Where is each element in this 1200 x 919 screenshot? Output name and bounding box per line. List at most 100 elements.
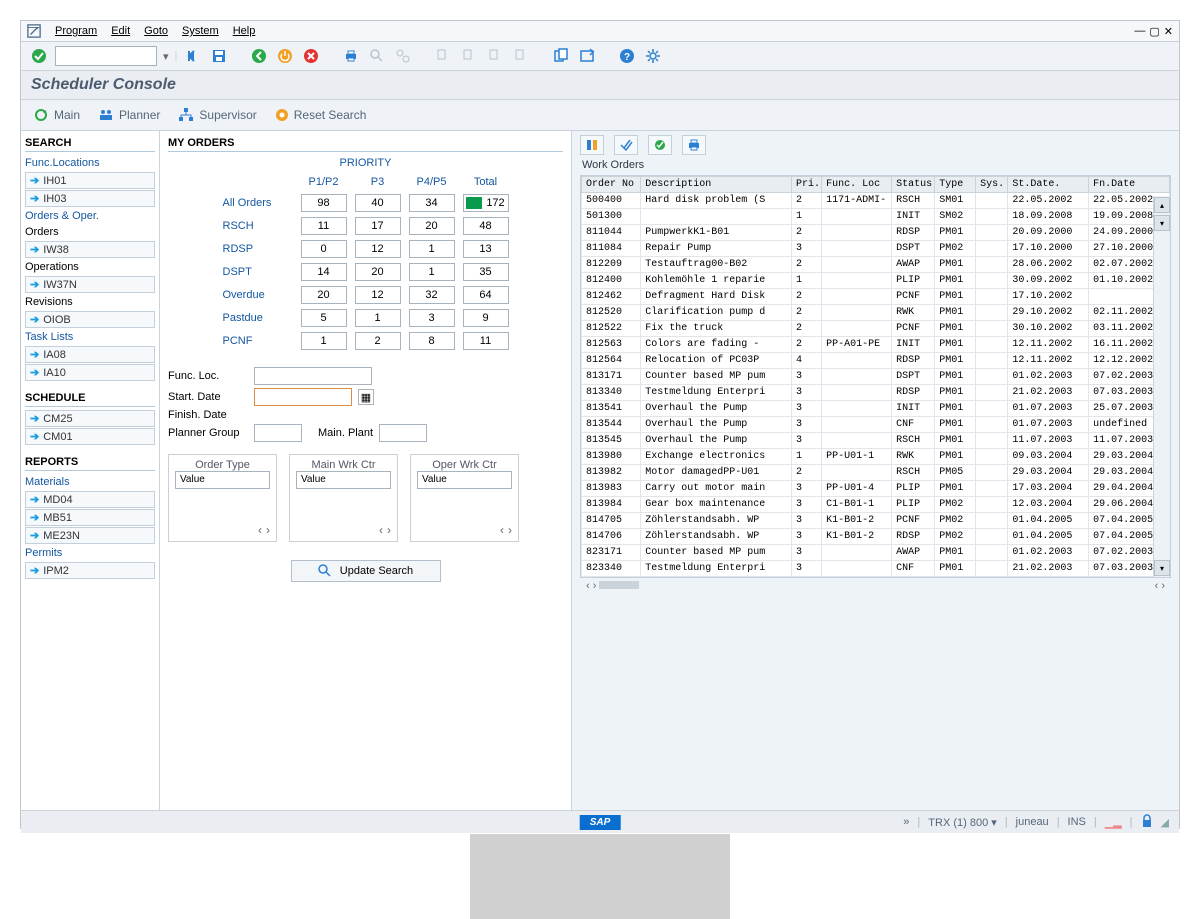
priority-row-label[interactable]: Overdue [222,285,294,305]
priority-row-label[interactable]: RSCH [222,216,294,236]
order-type-value[interactable]: Value [175,471,270,489]
plgroup-input[interactable] [254,424,302,442]
next-page-button[interactable] [485,46,505,66]
maximize-button[interactable]: ▢ [1149,25,1159,38]
cancel-button[interactable] [301,46,321,66]
table-row[interactable]: 812563Colors are fading - 2PP-A01-PEINIT… [582,337,1170,353]
save-button[interactable] [209,46,229,66]
materials-link[interactable]: Materials [25,474,155,490]
priority-cell[interactable]: 11 [301,217,347,235]
minimize-button[interactable]: — [1134,25,1145,38]
nav-mb51[interactable]: ➔MB51 [25,509,155,526]
status-resize-grip[interactable]: ◢ [1161,816,1169,829]
table-row[interactable]: 811044PumpwerkK1-B012RDSPPM0120.09.20002… [582,225,1170,241]
table-row[interactable]: 813340Testmeldung Enterpri3RDSPPM0121.02… [582,385,1170,401]
priority-cell[interactable]: 13 [463,240,509,258]
priority-cell[interactable]: 172 [463,194,509,212]
priority-row-label[interactable]: DSPT [222,262,294,282]
wo-col-header[interactable]: Order No [582,177,641,193]
nav-ia08[interactable]: ➔IA08 [25,346,155,363]
priority-cell[interactable]: 1 [409,263,455,281]
nav-ipm2[interactable]: ➔IPM2 [25,562,155,579]
startdate-input[interactable] [254,388,352,406]
nav-ih01[interactable]: ➔IH01 [25,172,155,189]
status-trx[interactable]: TRX (1) 800 ▾ [928,816,997,829]
table-row[interactable]: 813984Gear box maintenance3C1-B01-1PLIPP… [582,497,1170,513]
update-search-button[interactable]: Update Search [291,560,441,582]
table-row[interactable]: 812462Defragment Hard Disk2PCNFPM0117.10… [582,289,1170,305]
funcloc-input[interactable] [254,367,372,385]
nav-ia10[interactable]: ➔IA10 [25,364,155,381]
table-row[interactable]: 812564Relocation of PC03P4RDSPPM0112.11.… [582,353,1170,369]
nav-md04[interactable]: ➔MD04 [25,491,155,508]
table-row[interactable]: 813983Carry out motor main3PP-U01-4PLIPP… [582,481,1170,497]
table-row[interactable]: 5013001INITSM0218.09.200819.09.2008 [582,209,1170,225]
priority-cell[interactable]: 14 [301,263,347,281]
nav-ih03[interactable]: ➔IH03 [25,190,155,207]
priority-cell[interactable]: 64 [463,286,509,304]
table-row[interactable]: 814706Zöhlerstandsabh. WP3K1-B01-2RDSPPM… [582,529,1170,545]
table-row[interactable]: 823340Testmeldung Enterpri3CNFPM0121.02.… [582,561,1170,577]
back-first-button[interactable] [183,46,203,66]
settings-button[interactable] [643,46,663,66]
table-row[interactable]: 812522Fix the truck2PCNFPM0130.10.200203… [582,321,1170,337]
planner-button[interactable]: Planner [98,107,160,123]
list-next[interactable]: › [266,523,270,537]
priority-cell[interactable]: 12 [355,286,401,304]
priority-row-label[interactable]: RDSP [222,239,294,259]
table-row[interactable]: 812520Clarification pump d2RWKPM0129.10.… [582,305,1170,321]
menu-goto[interactable]: Goto [138,24,174,38]
wo-tool-1[interactable] [580,135,604,155]
scroll-down-button[interactable]: ▾ [1154,215,1170,231]
reset-search-button[interactable]: Reset Search [275,108,367,122]
wo-tool-3[interactable] [648,135,672,155]
priority-cell[interactable]: 34 [409,194,455,212]
command-dropdown-icon[interactable]: ▾ [163,50,169,63]
list-next[interactable]: › [387,523,391,537]
vertical-scrollbar[interactable]: ▴ ▾ ▾ [1153,196,1170,577]
table-row[interactable]: 812400Kohlemöhle 1 reparie1PLIPPM0130.09… [582,273,1170,289]
nav-me23n[interactable]: ➔ME23N [25,527,155,544]
hscroll-right2[interactable]: › [1161,580,1165,592]
priority-cell[interactable]: 11 [463,332,509,350]
back-button[interactable] [249,46,269,66]
priority-cell[interactable]: 0 [301,240,347,258]
wo-tool-2[interactable] [614,135,638,155]
hscroll-right[interactable]: › [593,580,597,592]
close-button[interactable]: ✕ [1164,25,1173,38]
find-button[interactable] [367,46,387,66]
priority-cell[interactable]: 1 [301,332,347,350]
priority-cell[interactable]: 1 [355,309,401,327]
priority-cell[interactable]: 8 [409,332,455,350]
priority-cell[interactable]: 17 [355,217,401,235]
list-prev[interactable]: ‹ [500,523,504,537]
wo-print-button[interactable] [682,135,706,155]
priority-cell[interactable]: 2 [355,332,401,350]
menu-edit[interactable]: Edit [105,24,136,38]
find-next-button[interactable] [393,46,413,66]
status-more-icon[interactable]: » [903,816,909,828]
last-page-button[interactable] [511,46,531,66]
table-row[interactable]: 812209Testauftrag00-B022AWAPPM0128.06.20… [582,257,1170,273]
status-lock-icon[interactable] [1141,814,1153,831]
priority-cell[interactable]: 20 [355,263,401,281]
list-prev[interactable]: ‹ [258,523,262,537]
orders-oper-link[interactable]: Orders & Oper. [25,208,155,224]
priority-cell[interactable]: 40 [355,194,401,212]
supervisor-button[interactable]: Supervisor [178,107,256,123]
scroll-up-button[interactable]: ▴ [1154,197,1170,213]
priority-cell[interactable]: 20 [409,217,455,235]
mplant-input[interactable] [379,424,427,442]
wo-col-header[interactable]: Description [641,177,792,193]
table-row[interactable]: 814705Zöhlerstandsabh. WP3K1-B01-2PCNFPM… [582,513,1170,529]
hscroll-left[interactable]: ‹ [586,580,590,592]
nav-oiob[interactable]: ➔OIOB [25,311,155,328]
date-picker-icon[interactable]: ▦ [358,389,374,405]
prev-page-button[interactable] [459,46,479,66]
permits-link[interactable]: Permits [25,545,155,561]
nav-cm25[interactable]: ➔CM25 [25,410,155,427]
priority-cell[interactable]: 5 [301,309,347,327]
list-next[interactable]: › [508,523,512,537]
nav-iw37n[interactable]: ➔IW37N [25,276,155,293]
first-page-button[interactable] [433,46,453,66]
